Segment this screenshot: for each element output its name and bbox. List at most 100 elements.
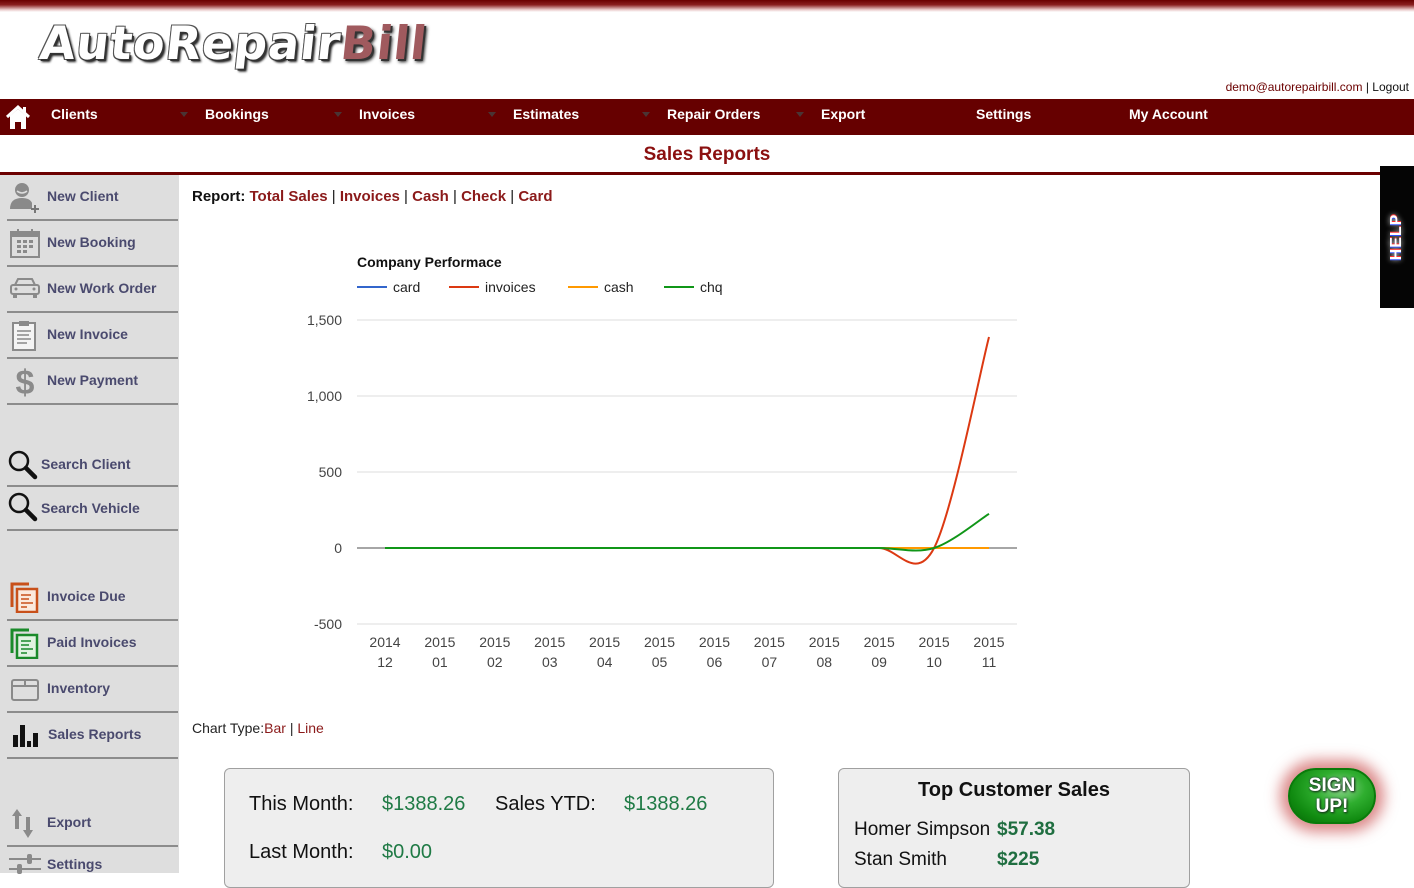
y-tick-label: 1,000 [307,388,342,404]
nav-bookings[interactable]: Bookings [205,99,269,135]
chart-legend: card invoices cash chq [357,279,723,295]
sidebar-item-new-payment[interactable]: $ New Payment [7,359,178,405]
report-separator: | [452,188,457,205]
legend-label-invoices[interactable]: invoices [485,279,536,295]
car-icon [10,278,40,298]
sidebar-item-label: Search Client [41,456,131,472]
x-tick-label-month: 01 [432,654,448,670]
customer-amount: $225 [997,849,1040,870]
sidebar-item-sales-reports[interactable]: Sales Reports [7,713,178,759]
legend-label-card[interactable]: card [393,279,420,295]
sidebar-item-invoice-due[interactable]: Invoice Due [7,575,178,621]
nav-estimates-dropdown-caret[interactable] [642,112,650,117]
y-tick-label: 0 [334,540,342,556]
report-link-card[interactable]: Card [518,188,552,205]
x-tick-label-year: 2015 [809,634,840,650]
logout-link[interactable]: Logout [1372,80,1409,94]
sidebar-item-new-work-order[interactable]: New Work Order [7,267,178,313]
sidebar-item-paid-invoices[interactable]: Paid Invoices [7,621,178,667]
user-separator: | [1365,80,1369,94]
sidebar-item-label: Settings [47,856,103,872]
x-tick-label-year: 2015 [534,634,565,650]
sidebar-item-label: Sales Reports [48,726,142,742]
chart-type-line-link[interactable]: Line [297,720,323,736]
x-tick-label-month: 09 [871,654,887,670]
help-tab[interactable]: HELP [1380,166,1414,308]
chart-gridlines [357,319,1017,625]
chart-type-selector: Chart Type:Bar | Line [192,720,324,736]
nav-repair-orders[interactable]: Repair Orders [667,99,760,135]
report-selector: Report: Total Sales | Invoices | Cash | … [192,188,553,205]
sidebar-item-search-vehicle[interactable]: Search Vehicle [7,487,178,531]
export-arrows-icon [12,809,33,838]
nav-repair-orders-dropdown-caret[interactable] [796,112,804,117]
sliders-icon [9,854,41,874]
x-tick-label-month: 12 [377,654,393,670]
last-month-value: $0.00 [382,841,433,863]
nav-export[interactable]: Export [821,99,865,135]
sidebar-item-label: Search Vehicle [41,500,140,516]
report-label: Report: [192,188,246,205]
report-link-cash[interactable]: Cash [412,188,449,205]
x-tick-label-year: 2015 [864,634,895,650]
x-tick-label-year: 2015 [644,634,675,650]
dollar-icon: $ [16,365,35,397]
customer-name: Homer Simpson [854,819,991,840]
home-icon[interactable] [4,103,32,131]
sidebar-item-search-client[interactable]: Search Client [7,443,178,487]
nav-bookings-dropdown-caret[interactable] [334,112,342,117]
sidebar-item-new-booking[interactable]: New Booking [7,221,178,267]
legend-label-cash[interactable]: cash [604,279,634,295]
sidebar-item-label: New Work Order [47,280,157,296]
nav-clients[interactable]: Clients [51,99,98,135]
search-icon [8,492,38,522]
last-month-label: Last Month: [249,841,354,863]
x-tick-label-year: 2015 [919,634,950,650]
chart-type-bar-link[interactable]: Bar [264,720,286,736]
sidebar-item-inventory[interactable]: Inventory [7,667,178,713]
logo-accent: Bill [338,16,431,70]
x-tick-label-year: 2015 [699,634,730,650]
report-link-invoices[interactable]: Invoices [340,188,400,205]
box-icon [11,679,39,701]
main-nav: Clients Bookings Invoices Estimates Repa… [0,99,1414,135]
nav-my-account[interactable]: My Account [1129,99,1208,135]
y-tick-label: 500 [319,464,343,480]
sidebar-item-new-client[interactable]: New Client [7,175,178,221]
top-customers-title: Top Customer Sales [918,779,1110,801]
chart-type-label: Chart Type: [192,720,265,736]
top-customer-sales-box: Top Customer Sales Homer Simpson $57.38 … [838,768,1190,888]
page-title: Sales Reports [643,144,771,165]
sign-up-line1: SIGN [1308,775,1356,796]
chart-type-separator: | [289,720,294,736]
app-logo[interactable]: AutoRepairBill [37,14,430,72]
nav-invoices-dropdown-caret[interactable] [488,112,496,117]
nav-clients-dropdown-caret[interactable] [180,112,188,117]
customer-name: Stan Smith [854,849,947,870]
report-link-total-sales[interactable]: Total Sales [250,188,328,205]
sidebar-item-label: Export [47,814,92,830]
customer-amount: $57.38 [997,819,1056,840]
sidebar-item-label: Invoice Due [47,588,126,604]
calendar-icon [10,229,40,258]
sales-ytd-value: $1388.26 [624,793,708,815]
this-month-label: This Month: [249,793,354,815]
nav-estimates[interactable]: Estimates [513,99,579,135]
sign-up-button[interactable]: SIGN UP! [1288,768,1376,824]
nav-invoices[interactable]: Invoices [359,99,415,135]
x-tick-label-year: 2014 [369,634,400,650]
legend-label-chq[interactable]: chq [700,279,723,295]
x-tick-label-month: 07 [762,654,778,670]
x-tick-label-year: 2015 [754,634,785,650]
nav-settings[interactable]: Settings [976,99,1031,135]
paid-invoices-icon [10,628,39,659]
svg-text:$: $ [16,365,35,397]
title-divider [0,172,1414,175]
sales-summary-box: This Month: $1388.26 Sales YTD: $1388.26… [224,768,774,888]
x-tick-label-month: 02 [487,654,503,670]
report-link-check[interactable]: Check [461,188,506,205]
sidebar-item-export[interactable]: Export [7,799,178,847]
series-line-invoices [384,336,990,565]
user-email-link[interactable]: demo@autorepairbill.com [1226,80,1363,94]
sidebar-item-new-invoice[interactable]: New Invoice [7,313,178,359]
